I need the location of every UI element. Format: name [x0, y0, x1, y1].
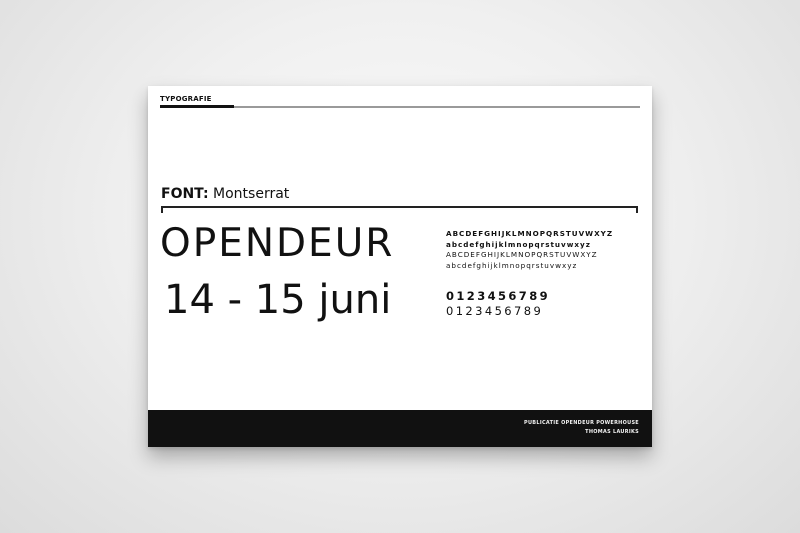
- bracket-divider: [161, 206, 638, 208]
- typography-card: TYPOGRAFIE FONT: Montserrat OPENDEUR 14 …: [148, 86, 652, 447]
- digits-specimen: 0123456789 0123456789: [446, 289, 550, 319]
- alphabet-lower-regular: abcdefghijklmnopqrstuvwxyz: [446, 260, 578, 270]
- header-rule-accent: [160, 105, 234, 108]
- font-spec-key: FONT:: [161, 186, 209, 202]
- digits-regular: 0123456789: [446, 304, 544, 318]
- footer-author: THOMAS LAURIKS: [585, 428, 639, 435]
- section-label: TYPOGRAFIE: [160, 95, 212, 103]
- footer-credits: PUBLICATIE OPENDEUR POWERHOUSE THOMAS LA…: [524, 419, 639, 436]
- alphabet-lower-bold: abcdefghijklmnopqrstuvwxyz: [446, 239, 591, 249]
- sample-date: 14 - 15 juni: [164, 277, 392, 323]
- font-spec-value: Montserrat: [213, 186, 290, 202]
- footer-publication: PUBLICATIE OPENDEUR POWERHOUSE: [524, 420, 639, 426]
- alphabet-specimen: ABCDEFGHIJKLMNOPQRSTUVWXYZ abcdefghijklm…: [446, 229, 613, 271]
- alphabet-upper-regular: ABCDEFGHIJKLMNOPQRSTUVWXYZ: [446, 250, 598, 259]
- bracket-tick-right: [636, 206, 638, 213]
- footer-bar: PUBLICATIE OPENDEUR POWERHOUSE THOMAS LA…: [148, 410, 652, 447]
- sample-title: OPENDEUR: [160, 221, 395, 266]
- alphabet-upper-bold: ABCDEFGHIJKLMNOPQRSTUVWXYZ: [446, 229, 614, 238]
- digits-bold: 0123456789: [446, 289, 551, 303]
- font-spec: FONT: Montserrat: [161, 186, 289, 202]
- bracket-tick-left: [161, 206, 163, 213]
